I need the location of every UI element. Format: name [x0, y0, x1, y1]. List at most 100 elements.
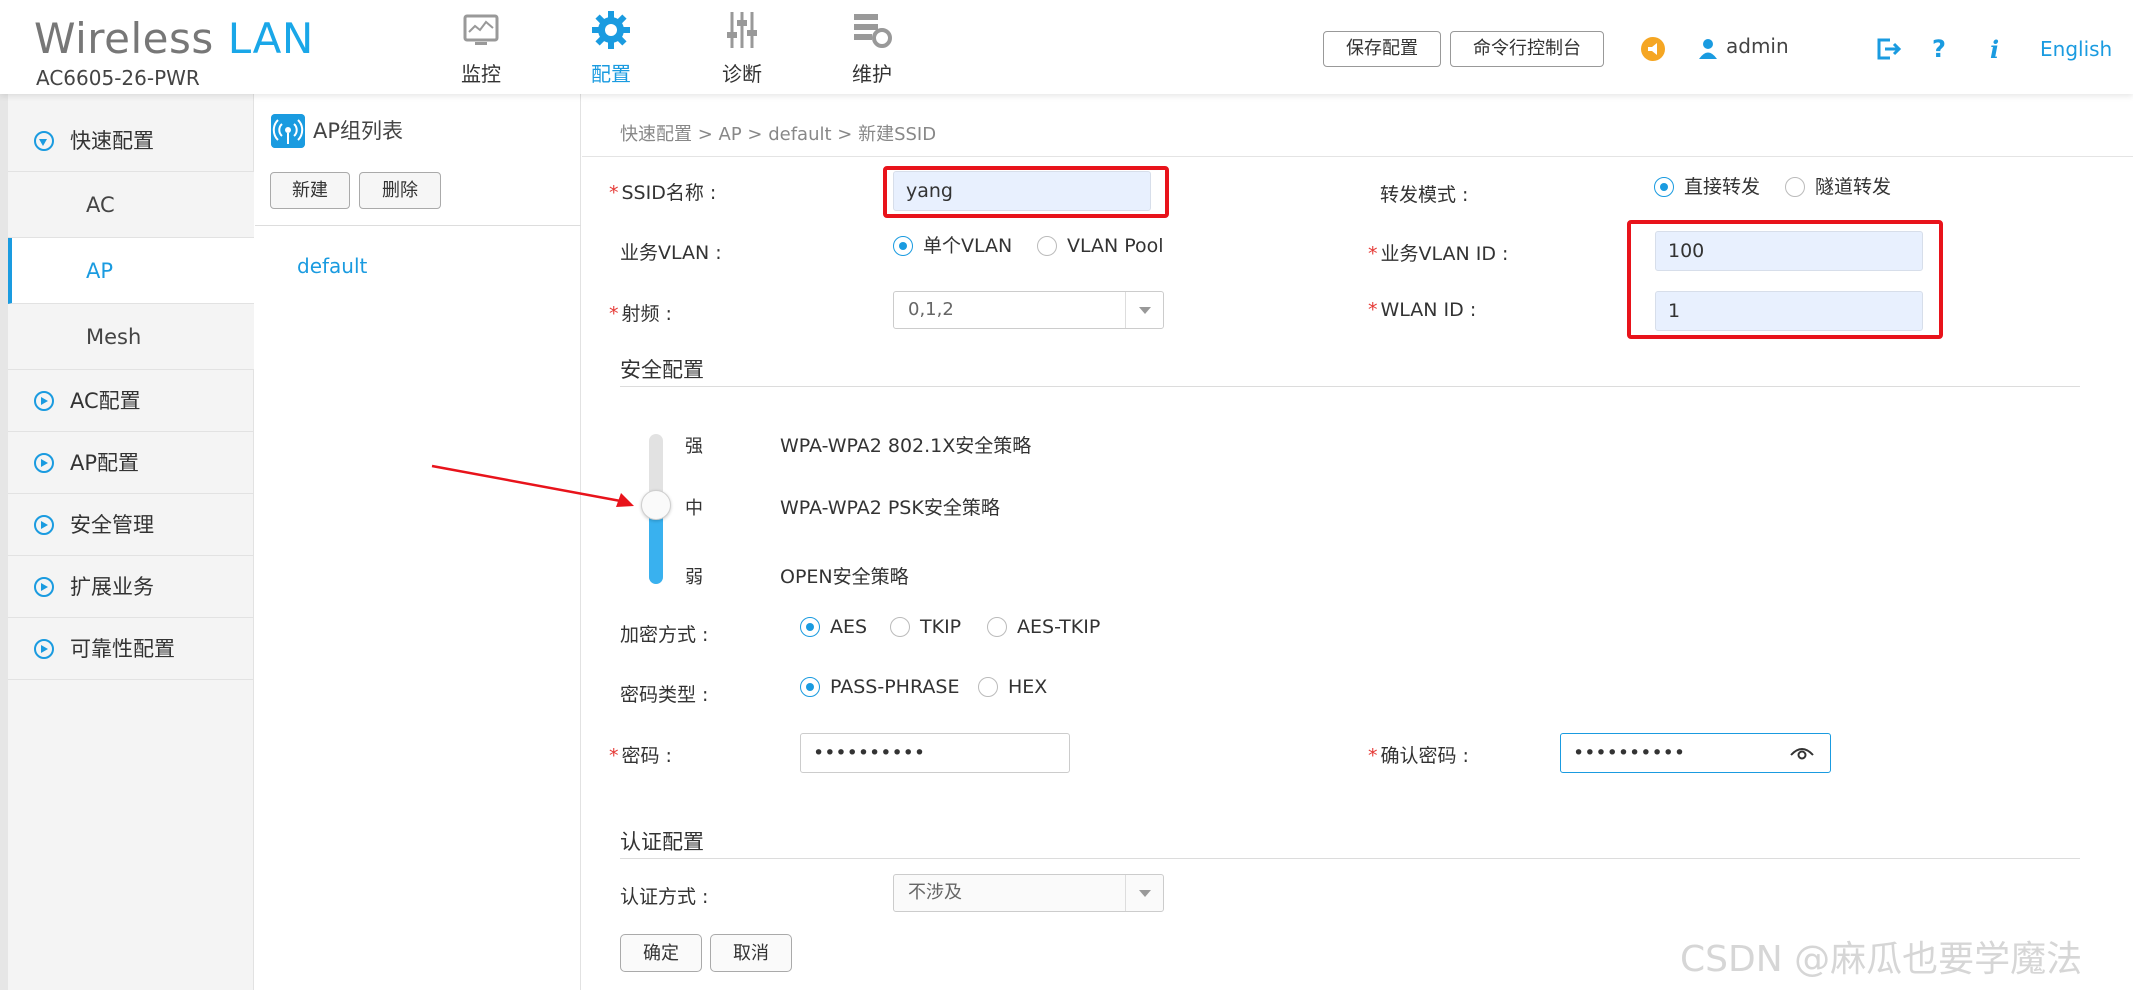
chevron-down-icon: [1125, 875, 1163, 911]
radio-dot: [893, 236, 913, 256]
language-switch[interactable]: English: [2040, 37, 2112, 61]
radio-tkip[interactable]: TKIP: [890, 616, 961, 638]
sliders-icon: [727, 12, 757, 48]
radio-label: 隧道转发: [1815, 176, 1892, 198]
divider: [620, 386, 2080, 387]
radio-hex[interactable]: HEX: [978, 676, 1047, 698]
highlight-box-vlan-wlan: [1627, 220, 1943, 339]
auth-method-label: 认证方式 :: [620, 886, 709, 908]
sidebar-item-mesh[interactable]: Mesh: [8, 304, 254, 370]
radio-dot: [1654, 177, 1674, 197]
new-group-button[interactable]: 新建: [270, 172, 350, 209]
ok-button[interactable]: 确定: [620, 934, 702, 972]
radio-dot: [1037, 236, 1057, 256]
cancel-button[interactable]: 取消: [710, 934, 792, 972]
cli-console-button[interactable]: 命令行控制台: [1450, 31, 1604, 67]
nav-diagnose[interactable]: 诊断: [697, 8, 787, 87]
help-icon[interactable]: ?: [1932, 35, 1946, 63]
radio-dot: [890, 617, 910, 637]
device-model: AC6605-26-PWR: [36, 66, 200, 90]
delete-group-button[interactable]: 删除: [359, 172, 441, 209]
radio-direct-forward[interactable]: 直接转发: [1654, 176, 1760, 198]
radio-dot: [1785, 177, 1805, 197]
breadcrumb: 快速配置 > AP > default > 新建SSID: [620, 124, 937, 145]
confirm-password-label-text: 确认密码 :: [1380, 745, 1469, 767]
divider: [620, 858, 2080, 859]
sidebar-item-ac[interactable]: AC: [8, 172, 254, 238]
radio-label: TKIP: [920, 616, 962, 638]
radio-passphrase[interactable]: PASS-PHRASE: [800, 676, 959, 698]
sidebar-group-label: 快速配置: [70, 129, 154, 153]
policy-8021x[interactable]: WPA-WPA2 802.1X安全策略: [780, 431, 1031, 458]
required-mark: *: [1368, 745, 1378, 767]
radio-band-select[interactable]: 0,1,2: [893, 291, 1164, 329]
sidebar-edge: [0, 94, 8, 990]
logout-icon[interactable]: [1876, 37, 1902, 61]
ap-group-title: AP组列表: [271, 114, 403, 148]
radio-aes[interactable]: AES: [800, 616, 867, 638]
auth-method-select[interactable]: 不涉及: [893, 874, 1164, 912]
vlan-id-label: * 业务VLAN ID :: [1368, 239, 1508, 266]
confirm-password-label: * 确认密码 :: [1368, 741, 1469, 768]
radio-tunnel-forward[interactable]: 隧道转发: [1785, 176, 1891, 198]
expand-icon: [34, 453, 54, 473]
username[interactable]: admin: [1726, 34, 1789, 58]
radio-label: HEX: [1008, 676, 1048, 698]
radio-dot: [987, 617, 1007, 637]
radio-label: AES-TKIP: [1017, 616, 1101, 638]
password-label: * 密码 :: [609, 741, 672, 768]
radio-label: PASS-PHRASE: [830, 676, 960, 698]
sidebar-group-reliability[interactable]: 可靠性配置: [8, 618, 254, 680]
confirm-password-input[interactable]: ••••••••••: [1560, 733, 1831, 773]
radio-label: AES: [830, 616, 868, 638]
sidebar-group-label: 安全管理: [70, 513, 154, 537]
nav-monitor[interactable]: 监控: [436, 8, 526, 87]
expand-icon: [34, 639, 54, 659]
sidebar-item-ap[interactable]: AP: [8, 238, 254, 304]
ap-group-title-text: AP组列表: [313, 119, 404, 143]
ap-group-item-default[interactable]: default: [297, 254, 367, 278]
radio-label: 单个VLAN: [923, 235, 1013, 257]
nav-monitor-label: 监控: [461, 62, 501, 86]
wlan-id-label: * WLAN ID :: [1368, 299, 1476, 321]
chevron-down-icon: [1125, 292, 1163, 328]
radio-dot: [978, 677, 998, 697]
radio-aes-tkip[interactable]: AES-TKIP: [987, 616, 1100, 638]
monitor-icon: [463, 14, 499, 45]
sidebar-group-ac-config[interactable]: AC配置: [8, 370, 254, 432]
password-input[interactable]: ••••••••••: [800, 733, 1070, 773]
nav-config[interactable]: 配置: [566, 8, 656, 87]
sidebar-group-quick-config[interactable]: 快速配置: [8, 110, 254, 172]
radio-band-label-text: 射频 :: [621, 303, 672, 325]
save-config-button[interactable]: 保存配置: [1323, 31, 1441, 67]
key-type-label: 密码类型 :: [620, 684, 709, 706]
brand-lan: LAN: [227, 14, 314, 63]
required-mark: *: [1368, 299, 1378, 321]
radio-band-label: * 射频 :: [609, 299, 672, 326]
ssid-label-text: SSID名称 :: [621, 182, 717, 204]
expand-icon: [34, 391, 54, 411]
sidebar-group-extension[interactable]: 扩展业务: [8, 556, 254, 618]
wlan-id-label-text: WLAN ID :: [1380, 299, 1477, 321]
divider: [582, 156, 2133, 157]
policy-open[interactable]: OPEN安全策略: [780, 562, 909, 589]
info-icon[interactable]: i: [1990, 35, 1999, 64]
sidebar-group-ap-config[interactable]: AP配置: [8, 432, 254, 494]
required-mark: *: [1368, 243, 1378, 265]
policy-psk[interactable]: WPA-WPA2 PSK安全策略: [780, 493, 1000, 520]
sidebar-item-label: AC: [86, 193, 115, 217]
level-strong: 强: [685, 436, 703, 457]
radio-band-value: 0,1,2: [908, 299, 954, 320]
radio-label: VLAN Pool: [1067, 235, 1164, 257]
radio-single-vlan[interactable]: 单个VLAN: [893, 235, 1012, 257]
eye-icon[interactable]: [1790, 745, 1814, 761]
auth-section-title: 认证配置: [620, 830, 704, 854]
required-mark: *: [609, 182, 619, 204]
nav-maintain[interactable]: 维护: [827, 8, 917, 87]
notification-icon[interactable]: [1641, 37, 1665, 61]
expand-icon: [34, 515, 54, 535]
sidebar-group-security[interactable]: 安全管理: [8, 494, 254, 556]
expand-icon: [34, 577, 54, 597]
required-mark: *: [609, 303, 619, 325]
radio-vlan-pool[interactable]: VLAN Pool: [1037, 235, 1164, 257]
